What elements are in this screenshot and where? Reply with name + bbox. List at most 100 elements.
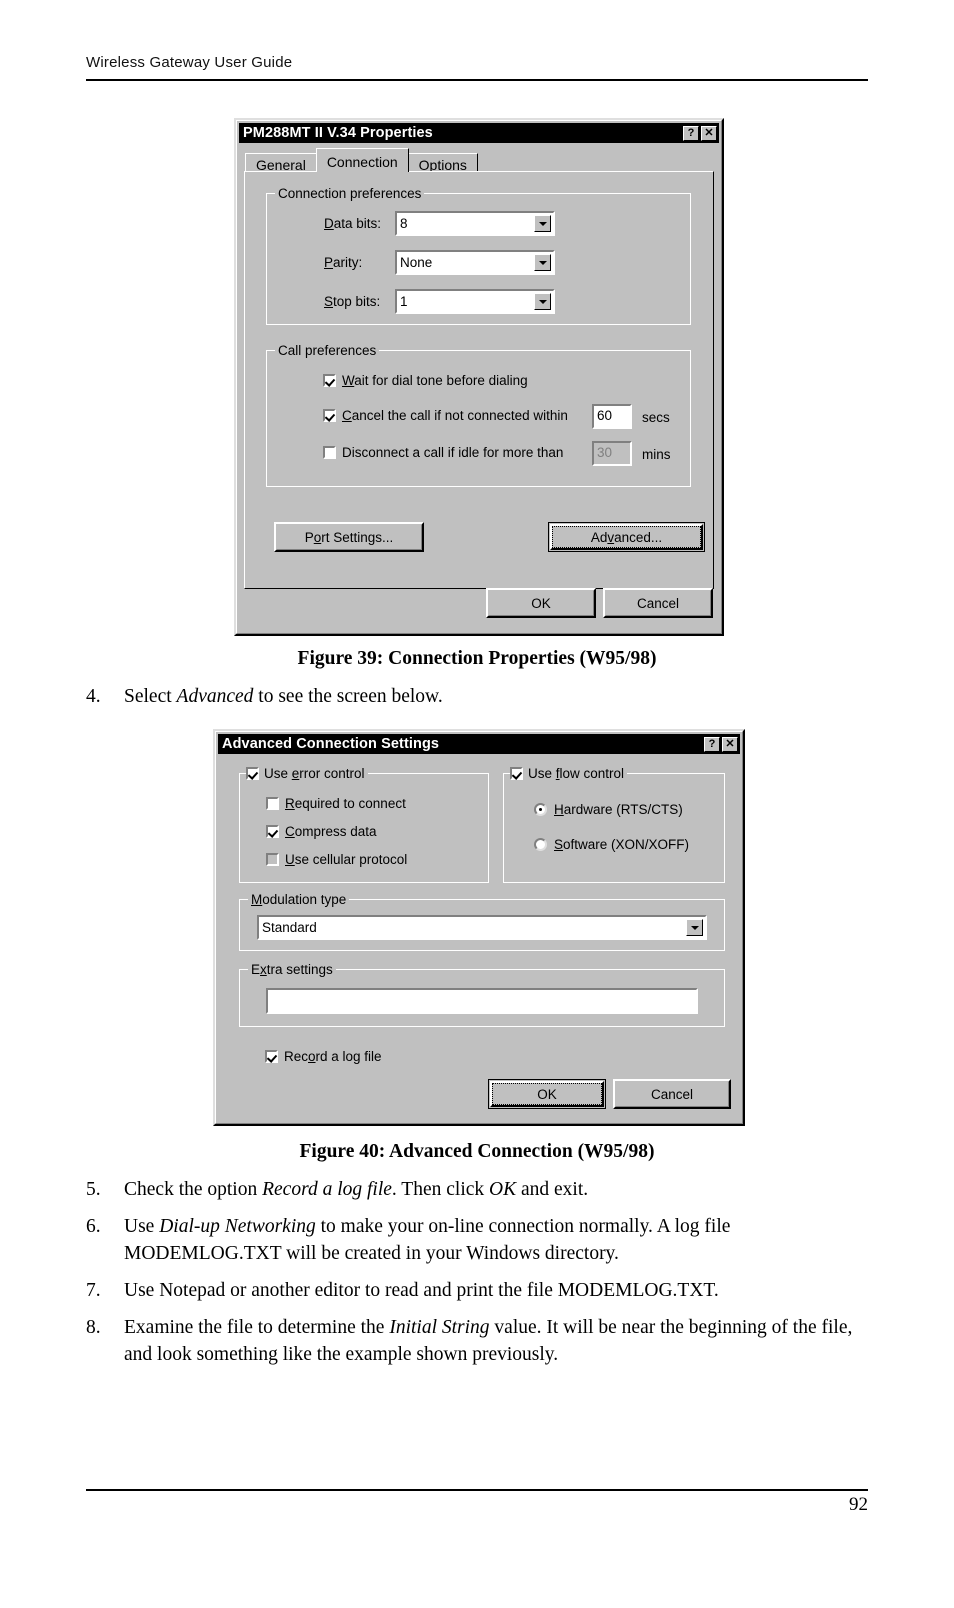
hardware-flow-radio[interactable]: Hardware (RTS/CTS) (534, 802, 683, 817)
disconnect-idle-checkbox[interactable]: Disconnect a call if idle for more than (323, 445, 563, 460)
tab-options[interactable]: Options (407, 153, 478, 173)
ok-button[interactable]: OK (486, 588, 596, 618)
checkbox-icon (265, 1050, 278, 1063)
use-cellular-protocol-checkbox[interactable]: Use cellular protocol (266, 852, 407, 867)
checkbox-icon (266, 797, 279, 810)
use-error-control-checkbox[interactable]: Use error control (246, 766, 368, 781)
parity-combo[interactable]: None (395, 250, 555, 275)
checkbox-icon (323, 446, 336, 459)
step-number: 7. (86, 1280, 101, 1302)
step-number: 6. (86, 1215, 101, 1237)
ok-button[interactable]: OK (488, 1079, 606, 1109)
chevron-down-icon[interactable] (534, 215, 551, 232)
chevron-down-icon[interactable] (686, 919, 703, 936)
page-number: 92 (849, 1494, 868, 1515)
dialog-title: PM288MT II V.34 Properties (243, 125, 433, 141)
wait-for-dial-tone-label: Wait for dial tone before dialing (342, 373, 528, 388)
chevron-down-icon[interactable] (534, 254, 551, 271)
checkbox-icon (246, 767, 259, 780)
disconnect-idle-minutes-input[interactable]: 30 (592, 441, 632, 466)
advanced-connection-settings-dialog: Advanced Connection Settings ? ✕ Use err… (213, 729, 745, 1126)
step-text: Select Advanced to see the screen below. (124, 686, 443, 707)
use-cellular-protocol-label: Use cellular protocol (285, 852, 408, 867)
tab-panel-connection: Connection preferences Data bits: 8 Pari… (244, 171, 714, 589)
connection-preferences-group: Connection preferences Data bits: 8 Pari… (266, 186, 691, 325)
checkbox-icon (266, 853, 279, 866)
modulation-type-title: Modulation type (248, 892, 350, 907)
dialog-title: Advanced Connection Settings (222, 736, 440, 752)
port-settings-button[interactable]: Port Settings... (274, 522, 424, 552)
checkbox-icon (323, 409, 336, 422)
software-flow-radio[interactable]: Software (XON/XOFF) (534, 837, 689, 852)
cancel-call-label: Cancel the call if not connected within (342, 408, 568, 423)
list-item: 5. Check the option Record a log file. T… (86, 1176, 876, 1204)
figure-39-caption: Figure 39: Connection Properties (W95/98… (297, 648, 657, 669)
list-item: 8. Examine the file to determine the Ini… (86, 1314, 876, 1369)
compress-data-label: Compress data (285, 824, 377, 839)
step-number: 5. (86, 1179, 101, 1200)
cancel-call-seconds-input[interactable]: 60 (592, 404, 632, 429)
connection-properties-dialog: PM288MT II V.34 Properties ? ✕ General C… (234, 118, 724, 636)
step-4: 4. Select Advanced to see the screen bel… (86, 683, 876, 720)
use-error-control-label: Use error control (264, 766, 365, 781)
modulation-type-group: Modulation type Standard (239, 892, 725, 951)
secs-unit-label: secs (642, 410, 670, 425)
help-icon[interactable]: ? (683, 125, 699, 141)
record-a-log-file-label: Record a log file (284, 1049, 382, 1064)
checkbox-icon (323, 374, 336, 387)
help-icon[interactable]: ? (704, 736, 720, 752)
modulation-type-value: Standard (262, 920, 317, 935)
list-item: 7. Use Notepad or another editor to read… (86, 1277, 876, 1305)
checkbox-icon (510, 767, 523, 780)
modulation-type-combo[interactable]: Standard (257, 915, 707, 940)
steps-list: 5. Check the option Record a log file. T… (86, 1176, 876, 1378)
stop-bits-label: Stop bits: (324, 294, 381, 309)
parity-label: Parity: (324, 255, 363, 270)
extra-settings-title: Extra settings (248, 962, 336, 977)
required-to-connect-checkbox[interactable]: Required to connect (266, 796, 406, 811)
step-text: Check the option Record a log file. Then… (124, 1179, 589, 1200)
cancel-call-checkbox[interactable]: Cancel the call if not connected within (323, 408, 568, 423)
use-flow-control-checkbox[interactable]: Use flow control (510, 766, 628, 781)
tab-general[interactable]: General (245, 153, 317, 173)
wait-for-dial-tone-checkbox[interactable]: Wait for dial tone before dialing (323, 373, 528, 388)
step-text: Examine the file to determine the Initia… (124, 1316, 853, 1366)
page-header: Wireless Gateway User Guide (86, 54, 293, 71)
footer-rule (86, 1489, 868, 1491)
use-error-control-group: Use error control Required to connect Co… (239, 766, 489, 883)
use-flow-control-label: Use flow control (528, 766, 625, 781)
extra-settings-input[interactable] (266, 988, 698, 1014)
title-bar: Advanced Connection Settings ? ✕ (218, 734, 740, 754)
parity-value: None (400, 255, 433, 270)
compress-data-checkbox[interactable]: Compress data (266, 824, 377, 839)
disconnect-idle-label: Disconnect a call if idle for more than (342, 445, 564, 460)
cancel-button[interactable]: Cancel (613, 1079, 731, 1109)
radio-icon (534, 803, 547, 816)
call-preferences-title: Call preferences (275, 343, 380, 358)
record-a-log-file-checkbox[interactable]: Record a log file (265, 1049, 382, 1064)
close-icon[interactable]: ✕ (701, 125, 717, 141)
call-preferences-group: Call preferences Wait for dial tone befo… (266, 343, 691, 487)
data-bits-value: 8 (400, 216, 408, 231)
tab-strip: General Connection Options (245, 148, 478, 173)
radio-icon (534, 838, 547, 851)
stop-bits-combo[interactable]: 1 (395, 289, 555, 314)
connection-preferences-title: Connection preferences (275, 186, 425, 201)
list-item: 6. Use Dial-up Networking to make your o… (86, 1213, 876, 1268)
figure-40-caption: Figure 40: Advanced Connection (W95/98) (299, 1141, 655, 1162)
advanced-button[interactable]: Advanced... (548, 522, 705, 552)
data-bits-combo[interactable]: 8 (395, 211, 555, 236)
required-to-connect-label: Required to connect (285, 796, 406, 811)
stop-bits-value: 1 (400, 294, 408, 309)
chevron-down-icon[interactable] (534, 293, 551, 310)
tab-connection[interactable]: Connection (315, 148, 409, 172)
cancel-button[interactable]: Cancel (603, 588, 713, 618)
data-bits-label: Data bits: (324, 216, 382, 231)
mins-unit-label: mins (642, 447, 671, 462)
step-number: 8. (86, 1316, 101, 1338)
title-bar: PM288MT II V.34 Properties ? ✕ (239, 123, 719, 143)
use-flow-control-group: Use flow control Hardware (RTS/CTS) Soft… (503, 766, 725, 883)
close-icon[interactable]: ✕ (722, 736, 738, 752)
step-text: Use Notepad or another editor to read an… (124, 1280, 719, 1302)
step-text: Use Dial-up Networking to make your on-l… (124, 1215, 731, 1265)
